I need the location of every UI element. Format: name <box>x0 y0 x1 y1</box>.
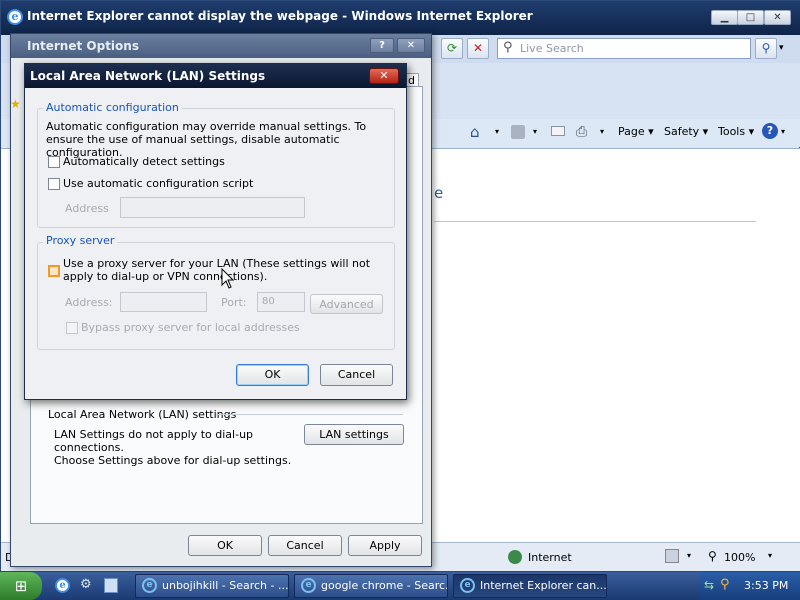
auto-address-label: Address <box>65 202 109 215</box>
auto-detect-label[interactable]: Automatically detect settings <box>63 155 225 168</box>
lan-title-bar[interactable]: Local Area Network (LAN) Settings ✕ <box>25 64 406 88</box>
bypass-local-label[interactable]: Bypass proxy server for local addresses <box>81 321 300 334</box>
internet-options-title: Internet Options <box>27 39 139 53</box>
auto-config-script-checkbox[interactable] <box>48 178 60 190</box>
lan-section-text: LAN Settings do not apply to dial-up con… <box>54 428 292 467</box>
tools-menu[interactable]: Tools ▾ <box>718 125 754 138</box>
error-heading-partial: e <box>434 184 444 202</box>
taskbar-task-search1[interactable]: e unbojihkill - Search - ... <box>135 574 289 598</box>
proxy-address-label: Address: <box>65 296 113 309</box>
maximize-button[interactable]: □ <box>737 10 764 25</box>
ie-task-icon: e <box>142 578 157 593</box>
clock[interactable]: 3:53 PM <box>744 579 788 592</box>
ie-title-bar[interactable]: e Internet Explorer cannot display the w… <box>1 1 800 35</box>
search-go-icon[interactable]: ⚲ <box>755 38 777 59</box>
live-search-input[interactable]: ⚲ Live Search <box>497 38 751 59</box>
io-cancel-button[interactable]: Cancel <box>268 535 342 556</box>
minimize-button[interactable]: ▁ <box>711 10 738 25</box>
lan-dialog-title: Local Area Network (LAN) Settings <box>30 69 266 83</box>
search-icon: ⚲ <box>503 40 513 55</box>
search-options-chevron-icon[interactable]: ▾ <box>779 43 784 53</box>
zoom-dropdown-icon[interactable]: ▾ <box>768 551 772 560</box>
io-apply-button[interactable]: Apply <box>348 535 422 556</box>
internet-zone-icon <box>508 550 522 564</box>
refresh-icon[interactable]: ⟳ <box>441 38 463 59</box>
content-divider <box>434 221 756 222</box>
proxy-port-input[interactable]: 80 <box>257 292 305 312</box>
mouse-cursor-icon <box>221 268 235 289</box>
internet-zone-label: Internet <box>528 551 572 564</box>
io-help-button[interactable]: ? <box>370 38 394 53</box>
home-icon[interactable]: ⌂ <box>470 123 480 141</box>
task-label: google chrome - Searc... <box>321 579 448 592</box>
safety-menu[interactable]: Safety ▾ <box>664 125 708 138</box>
auto-detect-checkbox[interactable] <box>48 156 60 168</box>
home-dropdown-icon[interactable]: ▾ <box>495 127 499 136</box>
quicklaunch-desktop-icon[interactable] <box>104 578 118 593</box>
ie-logo-icon: e <box>7 9 23 25</box>
print-icon[interactable]: ⎙ <box>576 124 587 140</box>
lan-ok-button[interactable]: OK <box>236 364 309 386</box>
lan-section-divider <box>216 414 403 415</box>
mail-icon[interactable] <box>551 126 565 136</box>
auto-config-script-label[interactable]: Use automatic configuration script <box>63 177 253 190</box>
start-button[interactable]: ⊞ <box>0 572 42 600</box>
live-search-placeholder: Live Search <box>520 42 584 55</box>
print-dropdown-icon[interactable]: ▾ <box>600 127 604 136</box>
proxy-advanced-button[interactable]: Advanced <box>310 294 383 314</box>
lan-cancel-button[interactable]: Cancel <box>320 364 393 386</box>
bypass-local-checkbox[interactable] <box>66 322 78 334</box>
lan-section-title: Local Area Network (LAN) settings <box>48 408 241 421</box>
quicklaunch-ie-icon[interactable]: e <box>55 578 70 593</box>
proxy-port-label: Port: <box>221 296 247 309</box>
io-ok-button[interactable]: OK <box>188 535 262 556</box>
io-close-button[interactable]: ✕ <box>397 38 425 53</box>
close-button[interactable]: ✕ <box>764 10 791 25</box>
network-icon[interactable]: ⇆ <box>704 578 714 592</box>
favorites-star-icon[interactable]: ★ <box>10 97 21 111</box>
ie-window-title: Internet Explorer cannot display the web… <box>27 9 533 23</box>
ie-task-icon: e <box>460 578 475 593</box>
auto-config-description: Automatic configuration may override man… <box>46 120 367 159</box>
zoom-icon[interactable]: ⚲ <box>708 549 717 563</box>
use-proxy-checkbox[interactable] <box>48 265 60 277</box>
taskbar-task-ie[interactable]: e Internet Explorer can... <box>453 574 607 598</box>
page-menu[interactable]: Page ▾ <box>618 125 654 138</box>
quicklaunch-tools-icon[interactable]: ⚙ <box>80 577 92 592</box>
help-icon[interactable]: ? <box>762 123 778 139</box>
taskbar-task-search2[interactable]: e google chrome - Searc... <box>294 574 448 598</box>
protected-mode-dropdown-icon[interactable]: ▾ <box>687 551 691 560</box>
task-label: Internet Explorer can... <box>480 579 607 592</box>
auto-address-input[interactable] <box>120 197 305 218</box>
lan-settings-button[interactable]: LAN settings <box>304 424 404 445</box>
feeds-icon[interactable] <box>511 125 525 139</box>
tray-search-icon[interactable]: ⚲ <box>720 577 730 592</box>
feeds-dropdown-icon[interactable]: ▾ <box>533 127 537 136</box>
zoom-level[interactable]: 100% <box>724 551 755 564</box>
proxy-address-input[interactable] <box>120 292 207 312</box>
protected-mode-icon[interactable] <box>665 549 679 563</box>
auto-config-heading: Automatic configuration <box>43 101 182 114</box>
help-dropdown-icon[interactable]: ▾ <box>781 127 785 136</box>
task-label: unbojihkill - Search - ... <box>162 579 289 592</box>
lan-close-button[interactable]: ✕ <box>369 68 399 84</box>
stop-icon[interactable]: ✕ <box>467 38 489 59</box>
proxy-server-heading: Proxy server <box>43 234 118 247</box>
system-tray: ⇆ ⚲ 3:53 PM <box>700 572 800 600</box>
ie-task-icon: e <box>301 578 316 593</box>
internet-options-title-bar[interactable]: Internet Options ? ✕ <box>11 34 431 58</box>
lan-settings-dialog: Local Area Network (LAN) Settings ✕ Auto… <box>24 63 407 400</box>
